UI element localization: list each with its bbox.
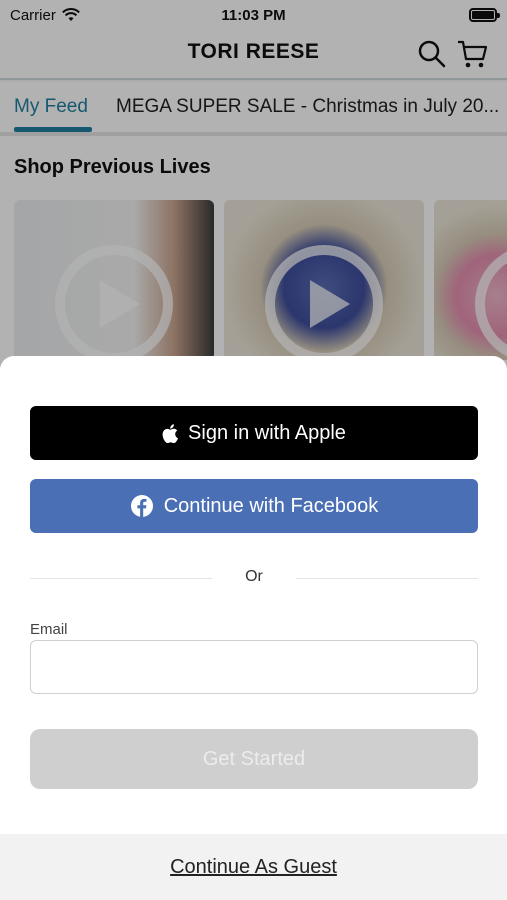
get-started-button[interactable]: Get Started bbox=[30, 729, 478, 789]
email-field[interactable] bbox=[30, 640, 478, 694]
divider-right bbox=[296, 578, 478, 579]
facebook-button-label: Continue with Facebook bbox=[163, 494, 379, 517]
sign-in-apple-button[interactable]: Sign in with Apple bbox=[30, 406, 478, 460]
auth-sheet: Sign in with Apple Continue with Faceboo… bbox=[0, 356, 507, 900]
divider-left bbox=[30, 578, 212, 579]
email-label: Email bbox=[30, 621, 68, 638]
or-separator: Or bbox=[245, 568, 263, 585]
continue-as-guest-link[interactable]: Continue As Guest bbox=[170, 856, 337, 879]
guest-bar: Continue As Guest bbox=[0, 834, 507, 900]
continue-facebook-button[interactable]: Continue with Facebook bbox=[30, 479, 478, 533]
apple-button-label: Sign in with Apple bbox=[188, 421, 346, 444]
apple-icon bbox=[162, 423, 179, 443]
facebook-icon bbox=[130, 495, 153, 517]
get-started-label: Get Started bbox=[202, 747, 306, 770]
